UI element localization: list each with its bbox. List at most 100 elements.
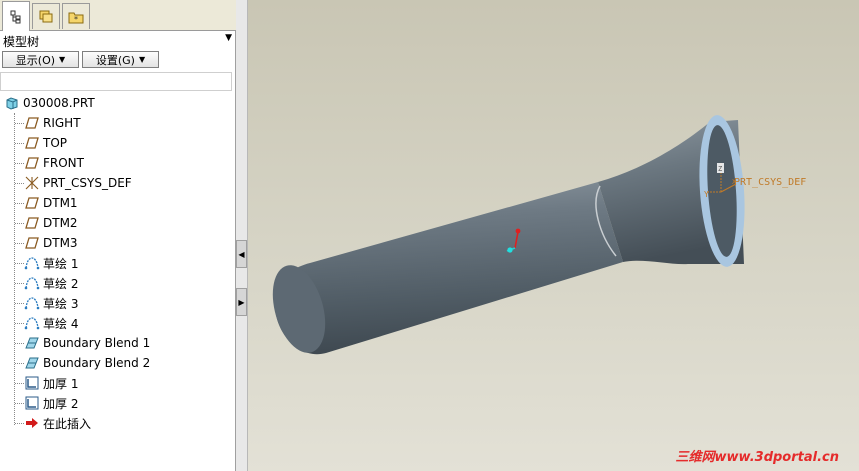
tree-item-label: 在此插入 bbox=[43, 416, 92, 431]
tree-item-label: 草绘 1 bbox=[43, 256, 79, 271]
tree-branch bbox=[15, 343, 24, 344]
tree-connector bbox=[14, 113, 15, 425]
panel-tabs: * bbox=[0, 0, 236, 31]
settings-button[interactable]: 设置(G) ▼ bbox=[82, 51, 159, 68]
tree-item-dtm3[interactable]: DTM3 bbox=[24, 233, 78, 253]
watermark: 三维网www.3dportal.cn bbox=[675, 450, 839, 465]
tree-branch bbox=[15, 203, 24, 204]
boundary-blend-icon bbox=[24, 355, 40, 371]
boundary-blend-icon bbox=[24, 335, 40, 351]
tree-item-root[interactable]: 030008.PRT bbox=[4, 93, 95, 113]
model-tree-panel: * 模型树 ▼ 显示(O) ▼ 设置(G) ▼ 030008.PRT RIGHT… bbox=[0, 0, 236, 471]
tree-item-sketch-3[interactable]: 草绘 3 bbox=[24, 293, 78, 313]
tree-item-label: FRONT bbox=[43, 156, 84, 170]
chevron-down-icon: ▼ bbox=[59, 55, 66, 64]
part-3d-model[interactable]: Z Y X PRT_CSYS_DEF bbox=[248, 0, 859, 471]
tree-item-label: 加厚 1 bbox=[43, 376, 79, 391]
tree-branch bbox=[15, 303, 24, 304]
tree-branch bbox=[15, 403, 24, 404]
tree-branch bbox=[15, 263, 24, 264]
tree-branch bbox=[15, 123, 24, 124]
triad-y-dot bbox=[515, 228, 521, 234]
csys-z-label: Z bbox=[718, 165, 722, 173]
tree-item-label: RIGHT bbox=[43, 116, 81, 130]
datum-plane-icon bbox=[24, 155, 40, 171]
tree-item-sketch-2[interactable]: 草绘 2 bbox=[24, 273, 78, 293]
datum-plane-icon bbox=[24, 235, 40, 251]
tab-favorites[interactable]: * bbox=[62, 3, 90, 29]
tab-model-tree[interactable] bbox=[2, 1, 30, 31]
csys-label: PRT_CSYS_DEF bbox=[734, 177, 806, 188]
thicken-icon bbox=[24, 395, 40, 411]
show-button-label: 显示(O) bbox=[15, 53, 56, 67]
tree-item-right[interactable]: RIGHT bbox=[24, 113, 81, 133]
chevron-left-icon: ◀ bbox=[238, 249, 245, 259]
tree-branch bbox=[15, 283, 24, 284]
tree-branch bbox=[15, 383, 24, 384]
tree-branch bbox=[15, 183, 24, 184]
expand-right-button[interactable]: ▶ bbox=[236, 288, 247, 316]
tree-item-label: 草绘 2 bbox=[43, 276, 79, 291]
graphics-viewport[interactable]: Z Y X PRT_CSYS_DEF 三维网www.3dportal.cn bbox=[248, 0, 859, 471]
tree-item-label: DTM1 bbox=[43, 196, 78, 210]
tree-item-label: PRT_CSYS_DEF bbox=[43, 176, 132, 190]
show-button[interactable]: 显示(O) ▼ bbox=[2, 51, 79, 68]
insert-here-arrow-icon bbox=[24, 415, 40, 431]
tree-item-label: DTM2 bbox=[43, 216, 78, 230]
datum-plane-icon bbox=[24, 115, 40, 131]
datum-plane-icon bbox=[24, 215, 40, 231]
svg-text:*: * bbox=[74, 15, 78, 24]
part-icon bbox=[4, 95, 20, 111]
tree-item-top[interactable]: TOP bbox=[24, 133, 67, 153]
tree-item-label: 加厚 2 bbox=[43, 396, 79, 411]
tree-branch bbox=[15, 363, 24, 364]
tree-item-label: 草绘 4 bbox=[43, 316, 79, 331]
triad-origin bbox=[507, 247, 513, 253]
tree-branch bbox=[15, 163, 24, 164]
tree-item-label: DTM3 bbox=[43, 236, 78, 250]
handle-tube bbox=[275, 182, 623, 355]
csys-y-label: Y bbox=[704, 190, 709, 199]
model-tree-icon bbox=[10, 10, 21, 23]
tree-item-boundary-blend-2[interactable]: Boundary Blend 2 bbox=[24, 353, 150, 373]
tree-item-sketch-4[interactable]: 草绘 4 bbox=[24, 313, 78, 333]
chevron-down-icon: ▼ bbox=[138, 55, 146, 64]
tree-item-dtm1[interactable]: DTM1 bbox=[24, 193, 78, 213]
thicken-icon bbox=[24, 375, 40, 391]
tree-item-label: Boundary Blend 2 bbox=[43, 356, 151, 370]
tree-branch bbox=[15, 243, 24, 244]
tree-item-csys[interactable]: PRT_CSYS_DEF bbox=[24, 173, 132, 193]
model-tree-title: 模型树 bbox=[3, 35, 40, 49]
header-menu-arrow-icon[interactable]: ▼ bbox=[225, 33, 232, 43]
tree-item-boundary-blend-1[interactable]: Boundary Blend 1 bbox=[24, 333, 150, 353]
panel-splitter[interactable] bbox=[236, 0, 248, 471]
tree-item-label: TOP bbox=[43, 136, 68, 150]
favorites-folder-icon: * bbox=[68, 12, 84, 24]
sketch-icon bbox=[24, 295, 40, 311]
chevron-right-icon: ▶ bbox=[238, 297, 245, 307]
sketch-icon bbox=[24, 315, 40, 331]
datum-plane-icon bbox=[24, 195, 40, 211]
tree-item-sketch-1[interactable]: 草绘 1 bbox=[24, 253, 78, 273]
sketch-icon bbox=[24, 275, 40, 291]
tree-item-label: 030008.PRT bbox=[23, 96, 95, 110]
model-tree-header: 模型树 ▼ bbox=[0, 30, 236, 50]
csys-icon bbox=[24, 175, 40, 191]
tree-item-thicken-2[interactable]: 加厚 2 bbox=[24, 393, 78, 413]
tree-branch bbox=[15, 323, 24, 324]
datum-plane-icon bbox=[24, 135, 40, 151]
tree-item-dtm2[interactable]: DTM2 bbox=[24, 213, 78, 233]
tree-item-label: 草绘 3 bbox=[43, 296, 79, 311]
filter-strip bbox=[0, 72, 232, 91]
tab-layers[interactable] bbox=[32, 3, 60, 29]
tree-item-label: Boundary Blend 1 bbox=[43, 336, 151, 350]
tree-item-insert-here[interactable]: 在此插入 bbox=[24, 413, 91, 433]
tree-branch bbox=[15, 143, 24, 144]
sketch-icon bbox=[24, 255, 40, 271]
tree-item-thicken-1[interactable]: 加厚 1 bbox=[24, 373, 78, 393]
settings-button-label: 设置(G) bbox=[95, 53, 135, 67]
collapse-left-button[interactable]: ◀ bbox=[236, 240, 247, 268]
layers-icon bbox=[39, 10, 53, 22]
tree-item-front[interactable]: FRONT bbox=[24, 153, 84, 173]
tree-branch bbox=[15, 423, 24, 424]
